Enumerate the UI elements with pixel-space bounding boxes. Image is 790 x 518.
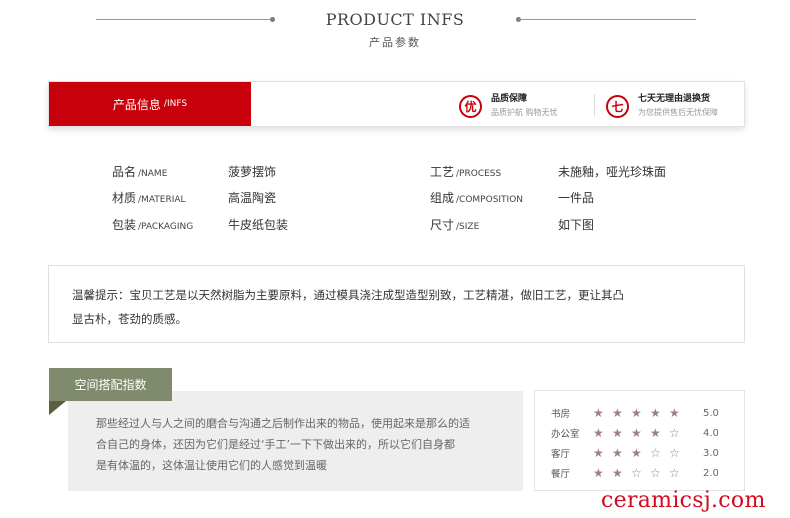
tip-line-1: 温馨提示：宝贝工艺是以天然树脂为主要原料，通过模具浇注成型造型别致，工艺精湛，做… xyxy=(72,288,624,302)
space-desc-line-3: 是有体温的，这体温让使用它们的人感觉到温暖 xyxy=(96,459,327,472)
info-bar: 产品信息 /INFS 优 品质保障 品质护航 购物无忧 七 七天无理由退换货 为… xyxy=(48,81,745,127)
param-value-composition: 一件品 xyxy=(558,191,595,205)
rating-score: 2.0 xyxy=(703,467,719,479)
rating-stars: ★ ★ ☆ ☆ ☆ xyxy=(593,466,701,480)
param-value-name: 菠萝摆饰 xyxy=(228,165,277,179)
rating-row: 书房 ★ ★ ★ ★ ★ 5.0 xyxy=(551,405,741,421)
param-value-packaging: 牛皮纸包装 xyxy=(228,218,289,232)
rating-room: 办公室 xyxy=(551,429,580,440)
param-label-composition: 组成/COMPOSITION xyxy=(430,191,524,205)
space-tag-notch xyxy=(49,401,66,415)
rating-box: 书房 ★ ★ ★ ★ ★ 5.0 办公室 ★ ★ ★ ★ ☆ 4.0 客厅 ★ ★ ★ ☆ ☆ 3.0 … xyxy=(534,390,745,491)
star-filled-icon: ★ xyxy=(650,426,661,440)
quality-title: 品质保障 xyxy=(491,94,528,104)
rating-room: 餐厅 xyxy=(551,469,571,480)
rating-stars: ★ ★ ★ ★ ★ xyxy=(593,406,701,420)
return-title: 七天无理由退换货 xyxy=(638,94,711,104)
star-filled-icon: ★ xyxy=(631,446,642,460)
space-tag: 空间搭配指数 xyxy=(49,368,172,401)
header-dot-left xyxy=(270,17,275,22)
star-filled-icon: ★ xyxy=(612,426,623,440)
tab-product-info[interactable]: 产品信息 /INFS xyxy=(49,82,251,126)
star-outline-icon: ☆ xyxy=(650,446,661,460)
site-watermark: ceramicsj.com xyxy=(601,488,766,513)
star-filled-icon: ★ xyxy=(612,466,623,480)
star-outline-icon: ☆ xyxy=(669,466,680,480)
space-description: 那些经过人与人之间的磨合与沟通之后制作出来的物品，使用起来是那么的适 合自己的身… xyxy=(68,391,523,491)
quality-icon: 优 xyxy=(459,94,482,118)
param-label-size: 尺寸/SIZE xyxy=(430,218,480,232)
star-filled-icon: ★ xyxy=(593,406,604,420)
rating-row: 餐厅 ★ ★ ☆ ☆ ☆ 2.0 xyxy=(551,465,741,481)
param-label-packaging: 包装/PACKAGING xyxy=(112,218,194,232)
star-filled-icon: ★ xyxy=(650,406,661,420)
star-filled-icon: ★ xyxy=(593,466,604,480)
param-label-process: 工艺/PROCESS xyxy=(430,165,502,179)
page-title: PRODUCT INFS xyxy=(325,10,465,29)
seven-day-icon: 七 xyxy=(606,94,629,118)
header-line-right xyxy=(518,19,696,20)
tab-product-info-en: /INFS xyxy=(163,99,188,109)
param-label-material: 材质/MATERIAL xyxy=(112,191,186,205)
param-value-process: 未施釉，哑光珍珠面 xyxy=(558,165,667,179)
quality-guarantee-badge: 优 品质保障 品质护航 购物无忧 xyxy=(459,93,558,119)
rating-room: 书房 xyxy=(551,409,571,420)
tab-product-info-label: 产品信息 xyxy=(112,97,161,112)
tip-box: 温馨提示：宝贝工艺是以天然树脂为主要原料，通过模具浇注成型造型别致，工艺精湛，做… xyxy=(48,265,745,343)
star-filled-icon: ★ xyxy=(593,446,604,460)
rating-score: 4.0 xyxy=(703,427,719,439)
param-label-name: 品名/NAME xyxy=(112,165,168,179)
rating-row: 客厅 ★ ★ ★ ☆ ☆ 3.0 xyxy=(551,445,741,461)
badge-divider xyxy=(594,94,595,116)
star-outline-icon: ☆ xyxy=(669,426,680,440)
star-filled-icon: ★ xyxy=(612,406,623,420)
space-desc-line-2: 合自己的身体，还因为它们是经过‘手工’一下下做出来的，所以它们自身都 xyxy=(96,438,455,451)
star-outline-icon: ☆ xyxy=(650,466,661,480)
return-desc: 为您提供售后无忧保障 xyxy=(638,108,718,117)
rating-score: 3.0 xyxy=(703,447,719,459)
tip-line-2: 显古朴，苍劲的质感。 xyxy=(72,312,187,326)
star-outline-icon: ☆ xyxy=(669,446,680,460)
rating-room: 客厅 xyxy=(551,449,571,460)
star-filled-icon: ★ xyxy=(669,406,680,420)
param-value-size: 如下图 xyxy=(558,218,595,232)
page-subtitle: 产品参数 xyxy=(369,36,421,49)
star-outline-icon: ☆ xyxy=(631,466,642,480)
star-filled-icon: ★ xyxy=(593,426,604,440)
rating-score: 5.0 xyxy=(703,407,719,419)
star-filled-icon: ★ xyxy=(631,426,642,440)
star-filled-icon: ★ xyxy=(631,406,642,420)
rating-stars: ★ ★ ★ ☆ ☆ xyxy=(593,446,701,460)
quality-desc: 品质护航 购物无忧 xyxy=(491,108,558,117)
space-desc-line-1: 那些经过人与人之间的磨合与沟通之后制作出来的物品，使用起来是那么的适 xyxy=(96,417,470,430)
star-filled-icon: ★ xyxy=(612,446,623,460)
header-line-left xyxy=(96,19,272,20)
return-policy-badge: 七 七天无理由退换货 为您提供售后无忧保障 xyxy=(606,93,718,119)
rating-stars: ★ ★ ★ ★ ☆ xyxy=(593,426,701,440)
param-value-material: 高温陶瓷 xyxy=(228,191,277,205)
rating-row: 办公室 ★ ★ ★ ★ ☆ 4.0 xyxy=(551,425,741,441)
